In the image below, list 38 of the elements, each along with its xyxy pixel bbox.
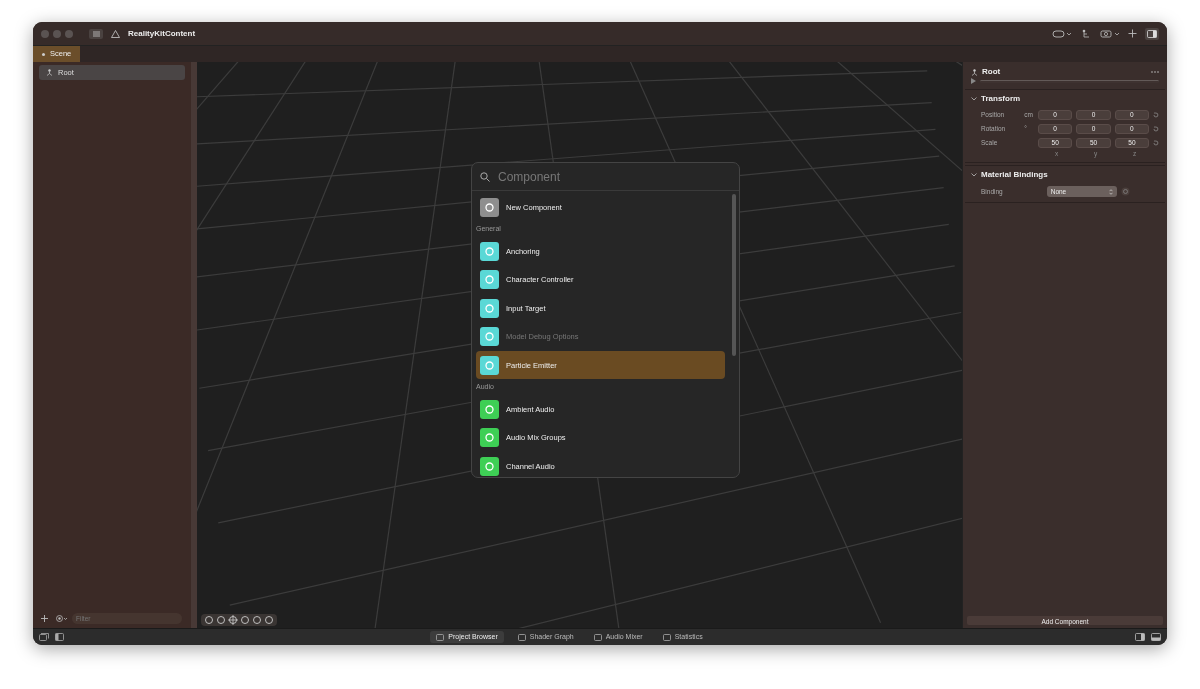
search-field[interactable]: Component: [496, 166, 696, 187]
inspector-toggle-icon[interactable]: [1145, 27, 1159, 40]
tab-icon: [593, 633, 602, 641]
updown-icon: [1108, 188, 1113, 195]
section-header[interactable]: Transform: [965, 90, 1165, 108]
entity-name: Root: [982, 66, 1001, 78]
component-icon: [480, 242, 499, 262]
chevron-icon: [971, 97, 977, 101]
panel-icon[interactable]: [55, 633, 64, 641]
hierarchy-icon[interactable]: [1080, 28, 1092, 39]
scroll-bar[interactable]: [732, 194, 736, 356]
filter-icon[interactable]: [56, 615, 68, 622]
chevron-icon: [971, 173, 977, 177]
search-icon: [480, 171, 490, 182]
entity-icon: [971, 68, 978, 76]
component-icon: [480, 400, 499, 420]
tab-icon: [436, 633, 445, 641]
window-title: RealityKitContent: [128, 27, 196, 40]
component-icon: [480, 456, 499, 476]
component-icon: [480, 298, 499, 318]
panel-icon[interactable]: [1151, 633, 1161, 641]
component-icon: [480, 355, 499, 375]
move-icon[interactable]: [228, 615, 238, 625]
warning-icon[interactable]: [111, 29, 120, 38]
entity-icon: [46, 69, 53, 77]
tab-icon: [517, 633, 526, 641]
component-icon: [480, 197, 499, 217]
sidebar-toggle-icon[interactable]: [89, 28, 103, 39]
component-icon: [480, 428, 499, 448]
panel-icon[interactable]: [1135, 633, 1145, 641]
library-icon[interactable]: [39, 633, 49, 641]
component-icon: [480, 270, 499, 290]
target-icon[interactable]: [1120, 187, 1130, 196]
component-icon: [480, 327, 499, 347]
headset-icon[interactable]: [1052, 29, 1072, 38]
section-header[interactable]: Material Bindings: [965, 166, 1165, 184]
tab-icon: [662, 633, 671, 641]
play-icon[interactable]: [971, 78, 976, 84]
